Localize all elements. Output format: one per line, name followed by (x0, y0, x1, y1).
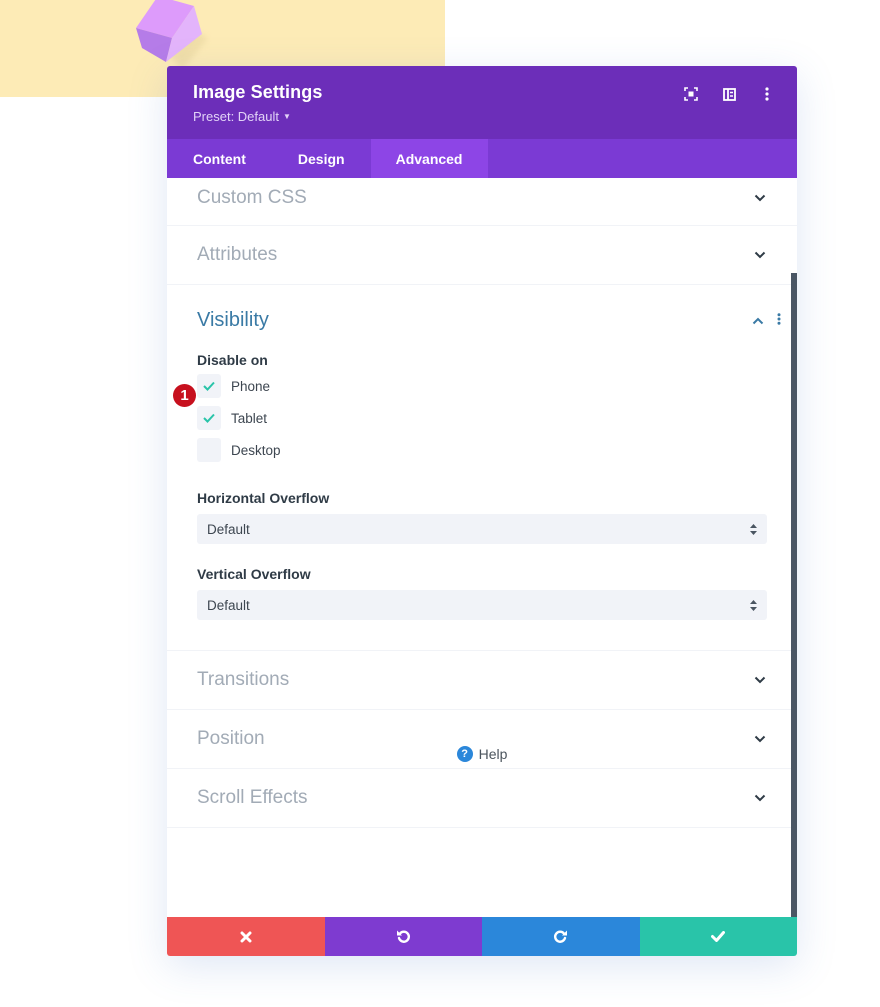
scrollbar[interactable] (791, 273, 797, 917)
action-bar (167, 917, 797, 956)
chevron-down-icon (753, 191, 767, 205)
split-view-icon[interactable] (719, 84, 739, 104)
save-button[interactable] (639, 917, 797, 956)
tab-advanced[interactable]: Advanced (370, 139, 488, 178)
checkbox-phone[interactable] (197, 374, 221, 398)
cube-decoration-icon (136, 0, 208, 70)
image-settings-panel: Image Settings Preset: Default ▼ Content… (167, 66, 797, 956)
section-custom-css[interactable]: Custom CSS (167, 178, 797, 226)
help-icon: ? (456, 746, 473, 762)
checkbox-row-desktop: Desktop (197, 438, 767, 462)
checkbox-tablet[interactable] (197, 406, 221, 430)
help-link[interactable]: ? Help (167, 746, 797, 762)
section-title: Transitions (197, 669, 290, 690)
checkbox-row-phone: 1 Phone (173, 374, 767, 407)
more-options-icon[interactable] (757, 84, 777, 104)
caret-down-icon: ▼ (283, 112, 291, 121)
preset-dropdown[interactable]: Preset: Default ▼ (193, 109, 771, 124)
select-arrows-icon (750, 599, 757, 611)
section-visibility: Visibility Disable on 1 Phone Tablet Des… (167, 285, 797, 651)
section-transitions[interactable]: Transitions (167, 651, 797, 710)
disable-on-label: Disable on (197, 352, 268, 368)
checkbox-label: Tablet (231, 410, 268, 426)
checkbox-desktop[interactable] (197, 438, 221, 462)
redo-button[interactable] (482, 917, 640, 956)
visibility-header[interactable]: Visibility (197, 309, 781, 332)
check-icon (203, 381, 215, 391)
select-value: Default (207, 597, 250, 613)
cancel-icon (240, 931, 252, 942)
section-options-icon[interactable] (777, 312, 781, 330)
expand-icon[interactable] (681, 84, 701, 104)
horizontal-overflow-label: Horizontal Overflow (197, 490, 330, 506)
tab-content[interactable]: Content (167, 139, 272, 178)
section-title: Custom CSS (197, 186, 307, 208)
check-icon (203, 413, 215, 423)
tab-bar: Content Design Advanced (167, 139, 797, 178)
tab-design[interactable]: Design (272, 139, 371, 178)
cancel-button[interactable] (167, 917, 325, 956)
vertical-overflow-select[interactable]: Default (197, 590, 767, 620)
checkbox-row-tablet: Tablet (197, 406, 767, 430)
save-icon (711, 931, 726, 942)
chevron-down-icon (753, 791, 767, 805)
select-arrows-icon (750, 523, 757, 535)
panel-body: Custom CSS Attributes Visibility Disable… (167, 178, 797, 917)
chevron-down-icon (753, 248, 767, 262)
chevron-up-icon[interactable] (751, 314, 765, 328)
section-title: Attributes (197, 244, 278, 265)
section-title: Scroll Effects (197, 787, 308, 808)
help-label: Help (478, 746, 508, 762)
vertical-overflow-label: Vertical Overflow (197, 566, 311, 582)
chevron-down-icon (753, 673, 767, 687)
select-value: Default (207, 521, 250, 537)
undo-icon (396, 930, 410, 943)
section-title: Visibility (197, 309, 269, 331)
section-scroll-effects[interactable]: Scroll Effects (167, 769, 797, 828)
horizontal-overflow-select[interactable]: Default (197, 514, 767, 544)
redo-icon (554, 930, 568, 943)
undo-button[interactable] (324, 917, 482, 956)
section-attributes[interactable]: Attributes (167, 226, 797, 285)
preset-label: Preset: Default (193, 109, 279, 124)
chevron-down-icon (753, 732, 767, 746)
checkbox-label: Desktop (231, 442, 281, 458)
checkbox-label: Phone (231, 378, 271, 394)
step-badge: 1 (173, 384, 196, 407)
panel-header: Image Settings Preset: Default ▼ (167, 66, 797, 139)
